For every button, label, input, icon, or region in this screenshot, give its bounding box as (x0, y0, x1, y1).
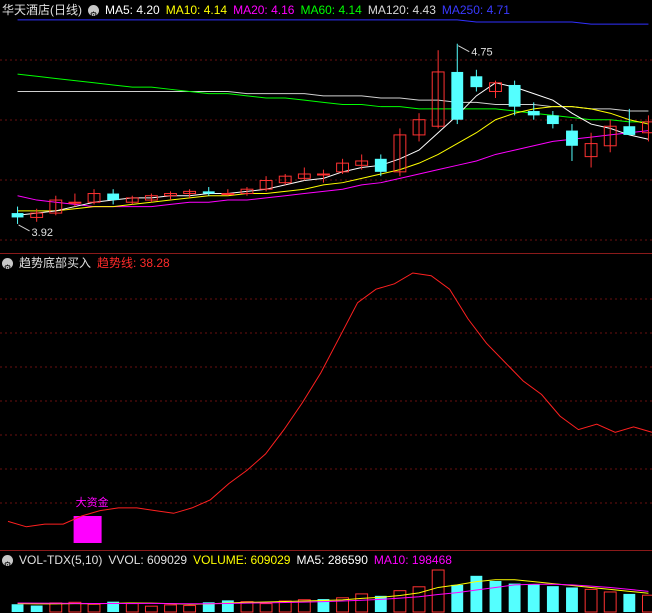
volume-bar (11, 604, 24, 612)
candle-body (317, 173, 330, 176)
candle-body (202, 191, 215, 194)
volume-bar (451, 584, 464, 612)
volume-bar (259, 603, 273, 613)
price-panel[interactable]: 华天酒店(日线) ⚙ MA5: 4.20 MA10: 4.14 MA20: 4.… (0, 0, 652, 253)
volume-bar (546, 586, 559, 612)
volume-bar (527, 584, 540, 612)
volume-bar (584, 588, 598, 613)
candle-body (374, 158, 387, 172)
candle-body (623, 126, 636, 135)
volume-bar (355, 593, 369, 613)
low-marker-arrow (18, 224, 30, 232)
candle-body (451, 71, 464, 120)
volume-bar (412, 586, 426, 613)
candle-body (546, 115, 559, 125)
trend-chart[interactable]: 大资金 (0, 253, 652, 550)
candle-body (566, 130, 578, 146)
volume-bar (642, 594, 652, 613)
volume-bar (489, 580, 502, 612)
candle-body (527, 111, 540, 116)
volume-bar (374, 595, 387, 612)
high-price-label: 4.75 (471, 47, 492, 59)
volume-chart[interactable] (0, 550, 652, 613)
candle-body (107, 193, 120, 201)
ma60-line (17, 73, 649, 123)
volume-bar (30, 605, 43, 612)
volume-panel[interactable]: ⚙ VOL-TDX(5,10) VVOL: 609029 VOLUME: 609… (0, 550, 652, 613)
low-price-label: 3.92 (32, 227, 53, 239)
big-fund-bar (73, 516, 102, 543)
volume-bar (508, 583, 521, 612)
volume-bar (603, 591, 617, 613)
candlestick-chart[interactable]: 4.75 3.92 (0, 0, 652, 253)
volume-bar (393, 590, 407, 613)
volume-bar (164, 604, 177, 613)
candle-body (470, 76, 483, 88)
volume-bar (144, 605, 158, 613)
high-marker-arrow (458, 45, 470, 53)
volume-bar (623, 593, 636, 612)
volume-bar (87, 603, 101, 613)
candle-body (221, 193, 235, 196)
trend-line (7, 272, 652, 528)
candle-body (68, 201, 82, 204)
volume-bar (183, 605, 197, 613)
volume-bar (125, 603, 139, 613)
candle-body (508, 84, 521, 107)
volume-bar (221, 600, 234, 612)
volume-bar (431, 569, 445, 613)
ma250-line (17, 19, 649, 25)
big-fund-label: 大资金 (76, 495, 109, 509)
volume-bar (566, 587, 578, 612)
candle-body (11, 213, 24, 218)
trend-panel[interactable]: ⚙ 趋势底部买入 趋势线: 38.28 大资金 (0, 253, 652, 550)
